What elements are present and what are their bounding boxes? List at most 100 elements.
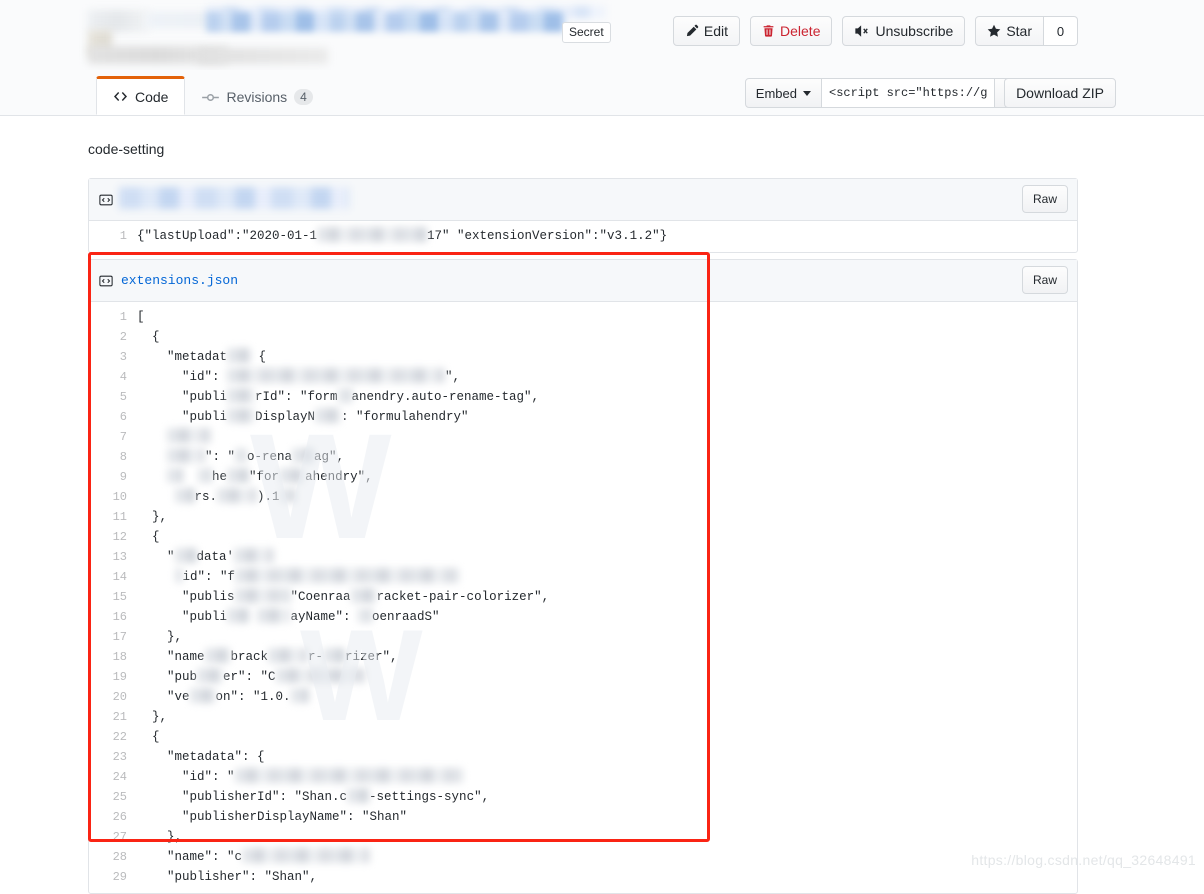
line-content: "publisherId": "Shan.c -settings-sync", [137,788,490,804]
line-content: [ [137,310,145,324]
line-number: 11 [112,510,127,524]
file-card-1: Raw 1 {"lastUpload":"2020-01-1 17" "extens… [88,178,1078,253]
redacted-text [227,608,250,623]
line-number: 26 [112,810,127,824]
code-file-icon [99,274,113,288]
raw-button-2[interactable]: Raw [1021,266,1068,294]
redacted-text [234,768,463,783]
redacted-text [204,648,231,663]
mute-icon [854,24,870,38]
line-number: 5 [119,390,127,404]
line-number: 2 [119,330,127,344]
code-line: 12 { [89,527,1077,547]
code-line: 27 }, [89,827,1077,847]
line-number: 4 [119,370,127,384]
gist-tabbar: Code Revisions 4 Embed <script src="http… [0,70,1204,116]
code-line: 7 [89,427,1077,447]
line-number: 27 [112,830,127,844]
redacted-text [290,688,309,703]
redacted-text [167,448,206,463]
gist-description: code-setting [88,141,165,157]
gist-header: Secret Edit Delete Unsubscribe Star 0 [88,6,1078,66]
redacted-text [317,227,428,242]
line-number: 20 [112,690,127,704]
code-line: 21 }, [89,707,1077,727]
line-number: 24 [112,770,127,784]
redacted-text [279,468,306,483]
file-name-2[interactable]: extensions.json [121,273,238,288]
embed-select[interactable]: Embed [744,78,822,108]
embed-input[interactable] [822,78,994,108]
file-header-1: Raw [89,179,1077,221]
star-button-group: Star 0 [975,16,1078,46]
redacted-text [198,468,213,483]
redacted-text [235,568,460,583]
line-content: id": "f [137,567,460,587]
line-content: "name": "c [137,847,371,867]
tab-revisions-label: Revisions [226,89,288,105]
file-name-1-redacted[interactable] [119,187,349,209]
redacted-text [323,648,346,663]
line-number: 1 [119,229,127,243]
redacted-text [242,848,371,863]
redacted-text [350,588,377,603]
line-content: ": " o-rena ag", [137,447,344,467]
redacted-text [275,668,366,683]
line-number: 13 [112,550,127,564]
delete-button[interactable]: Delete [750,16,833,46]
line-number: 28 [112,850,127,864]
download-zip-button[interactable]: Download ZIP [1004,78,1116,108]
download-zip-label: Download ZIP [1016,85,1104,101]
star-button[interactable]: Star [975,16,1044,46]
tab-revisions[interactable]: Revisions 4 [185,78,329,115]
page-watermark: https://blog.csdn.net/qq_32648491 [971,852,1196,868]
star-count[interactable]: 0 [1044,16,1078,46]
line-content: {"lastUpload":"2020-01-1 17" "extensionVe… [137,227,668,243]
line-number: 19 [112,670,127,684]
redacted-text [197,668,224,683]
edit-button[interactable]: Edit [672,16,741,46]
redacted-text [174,548,197,563]
line-content: "publisher": "Shan", [137,870,318,884]
code-line: 28 "name": "c [89,847,1077,867]
redacted-text [174,568,183,583]
code-line: 24 "id": " [89,767,1077,787]
line-number: 9 [119,470,127,484]
line-content: }, [137,510,168,524]
code-line: 29 "publisher": "Shan", [89,867,1077,887]
code-line: 26 "publisherDisplayName": "Shan" [89,807,1077,827]
redacted-text [315,408,342,423]
redacted-text [279,488,296,503]
code-line: 20 "ve on": "1.0. [89,687,1077,707]
line-number: 8 [119,450,127,464]
gist-actions: Edit Delete Unsubscribe Star 0 [663,16,1078,46]
unsubscribe-button[interactable]: Unsubscribe [842,16,966,46]
avatar-redacted [88,10,148,32]
gist-title-link-redacted[interactable] [206,12,566,32]
code-line: 8 ": " o-rena ag", [89,447,1077,467]
redacted-text [256,608,291,623]
line-content: he "for ahendry", [137,467,373,487]
code-body-1: 1 {"lastUpload":"2020-01-1 17" "extensionV… [89,221,1077,252]
redacted-text [358,608,373,623]
code-line: 23 "metadata": { [89,747,1077,767]
trash-icon [762,24,775,38]
line-content: { [137,330,160,344]
code-line: 22 { [89,727,1077,747]
redacted-text [227,408,256,423]
redacted-text [292,448,315,463]
raw-button-1[interactable]: Raw [1021,185,1068,213]
gist-page: Secret Edit Delete Unsubscribe Star 0 Co… [0,0,1204,894]
line-number: 23 [112,750,127,764]
line-number: 18 [112,650,127,664]
redacted-text [217,488,258,503]
code-line: 3 "metadat { [89,347,1077,367]
tab-code-label: Code [135,88,169,105]
line-number: 12 [112,530,127,544]
tab-code[interactable]: Code [96,76,186,115]
redacted-text [227,348,252,363]
code-line: 10 rs.).1 [89,487,1077,507]
star-icon [987,24,1001,38]
code-line: 6 "publi DisplayN: "formulahendry" [89,407,1077,427]
line-content: }, [137,630,183,644]
